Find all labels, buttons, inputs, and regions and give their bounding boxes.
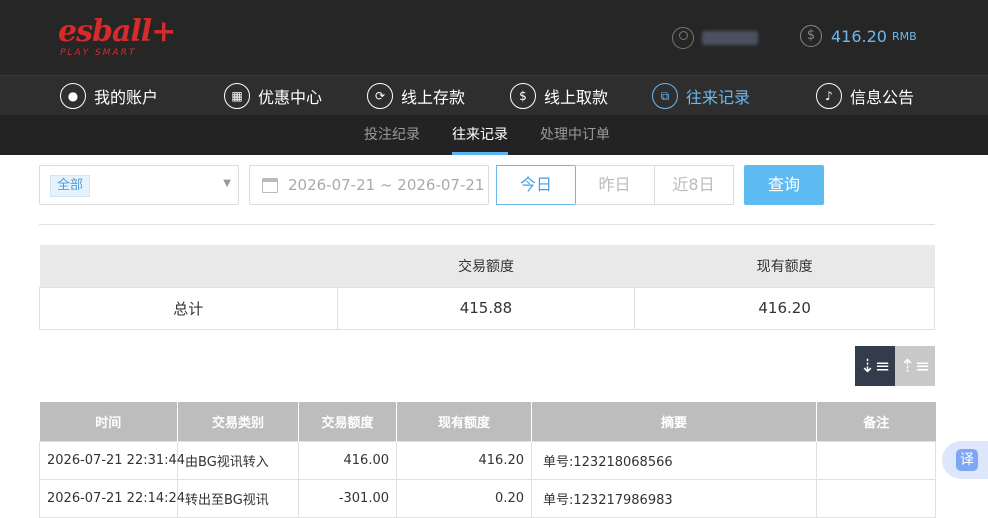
user-circle-icon: ● <box>60 83 86 109</box>
range-today-button[interactable]: 今日 <box>496 165 576 205</box>
nav-label: 信息公告 <box>850 88 915 107</box>
top-header: esball+ PLAY SMART $ 416.20 RMB <box>0 0 988 75</box>
col-note: 备注 <box>816 402 936 441</box>
date-range-value: 2026-07-21 ~ 2026-07-21 <box>288 176 485 194</box>
cell-summary: 单号:123218068566 <box>531 440 817 480</box>
sort-descending-icon[interactable]: ⇣≡ <box>855 346 895 386</box>
cell-type: 由BG视讯转入 <box>177 440 299 480</box>
records-icon: ⧉ <box>652 83 678 109</box>
summary-header-blank <box>39 245 338 287</box>
deposit-icon: ⟳ <box>367 83 393 109</box>
cell-amount: 416.00 <box>298 440 397 480</box>
cell-type: 转出至BG视讯 <box>177 478 299 518</box>
summary-label: 总计 <box>39 286 338 330</box>
summary-current-balance: 416.20 <box>634 286 935 330</box>
records-header-row: 时间 交易类别 交易额度 现有额度 摘要 备注 <box>39 402 936 441</box>
nav-label: 我的账户 <box>94 88 159 107</box>
balance-amount: 416.20 <box>831 26 887 46</box>
translate-button[interactable]: 译 <box>942 441 988 479</box>
nav-promotions[interactable]: ▦ 优惠中心 <box>224 82 322 110</box>
subnav-bet-records[interactable]: 投注纪录 <box>364 115 420 155</box>
nav-label: 往来记录 <box>686 88 751 107</box>
nav-label: 线上存款 <box>401 88 466 107</box>
withdraw-icon: $ <box>510 83 536 109</box>
summary-table: 交易额度 现有额度 总计 415.88 416.20 <box>39 245 935 330</box>
sub-nav: 投注纪录 往来记录 处理中订单 <box>0 115 988 155</box>
date-range-input[interactable]: 2026-07-21 ~ 2026-07-21 <box>249 165 489 205</box>
records-table: 时间 交易类别 交易额度 现有额度 摘要 备注 2026-07-21 22:31… <box>39 402 936 518</box>
range-yesterday-button[interactable]: 昨日 <box>575 165 655 205</box>
col-balance: 现有额度 <box>396 402 532 441</box>
sort-ascending-icon[interactable]: ⇡≡ <box>895 346 935 386</box>
table-row: 2026-07-21 22:31:44 由BG视讯转入 416.00 416.2… <box>39 440 936 480</box>
user-icon <box>672 27 694 49</box>
type-select[interactable]: 全部 ▼ <box>39 165 239 205</box>
gift-icon: ▦ <box>224 83 250 109</box>
nav-announcements[interactable]: ♪ 信息公告 <box>816 82 914 110</box>
nav-label: 线上取款 <box>544 88 609 107</box>
cell-note <box>816 478 936 518</box>
cell-amount: -301.00 <box>298 478 397 518</box>
range-8days-button[interactable]: 近8日 <box>654 165 734 205</box>
cell-summary: 单号:123217986983 <box>531 478 817 518</box>
col-amount: 交易额度 <box>298 402 397 441</box>
balance-display: $ 416.20 RMB <box>800 25 917 47</box>
table-row: 2026-07-21 22:14:24 转出至BG视讯 -301.00 0.20… <box>39 478 936 518</box>
dollar-icon: $ <box>800 25 822 47</box>
subnav-transaction-records[interactable]: 往来记录 <box>452 115 508 155</box>
nav-label: 优惠中心 <box>258 88 323 107</box>
cell-note <box>816 440 936 480</box>
selected-type-tag[interactable]: 全部 <box>50 175 91 197</box>
summary-header-trade: 交易额度 <box>337 245 635 287</box>
nav-deposit[interactable]: ⟳ 线上存款 <box>367 82 465 110</box>
esball-logo[interactable]: esball+ PLAY SMART <box>58 14 176 62</box>
cell-time: 2026-07-21 22:14:24 <box>39 478 185 518</box>
col-time: 时间 <box>39 402 178 441</box>
col-type: 交易类别 <box>177 402 299 441</box>
calendar-icon <box>262 177 278 193</box>
translate-icon: 译 <box>956 449 978 471</box>
bell-icon: ♪ <box>816 83 842 109</box>
logo-tagline: PLAY SMART <box>60 48 137 58</box>
nav-withdraw[interactable]: $ 线上取款 <box>510 82 608 110</box>
col-summary: 摘要 <box>531 402 817 441</box>
summary-header-balance: 现有额度 <box>634 245 935 287</box>
user-info[interactable] <box>672 26 758 50</box>
divider <box>39 224 935 225</box>
summary-trade-amount: 415.88 <box>336 286 636 330</box>
chevron-down-icon: ▼ <box>223 178 231 189</box>
nav-my-account[interactable]: ● 我的账户 <box>60 82 158 110</box>
main-nav: ● 我的账户 ▦ 优惠中心 ⟳ 线上存款 $ 线上取款 ⧉ 往来记录 ♪ 信息公… <box>0 75 988 115</box>
balance-currency: RMB <box>891 29 917 43</box>
summary-row: 总计 415.88 416.20 <box>39 286 935 330</box>
logo-text: esball+ <box>58 14 176 49</box>
cell-balance: 0.20 <box>396 478 532 518</box>
cell-balance: 416.20 <box>396 440 532 480</box>
subnav-pending-orders[interactable]: 处理中订单 <box>540 115 610 155</box>
query-button[interactable]: 查询 <box>744 165 824 205</box>
username-blurred <box>702 31 758 45</box>
nav-records[interactable]: ⧉ 往来记录 <box>652 82 750 110</box>
cell-time: 2026-07-21 22:31:44 <box>39 440 185 480</box>
